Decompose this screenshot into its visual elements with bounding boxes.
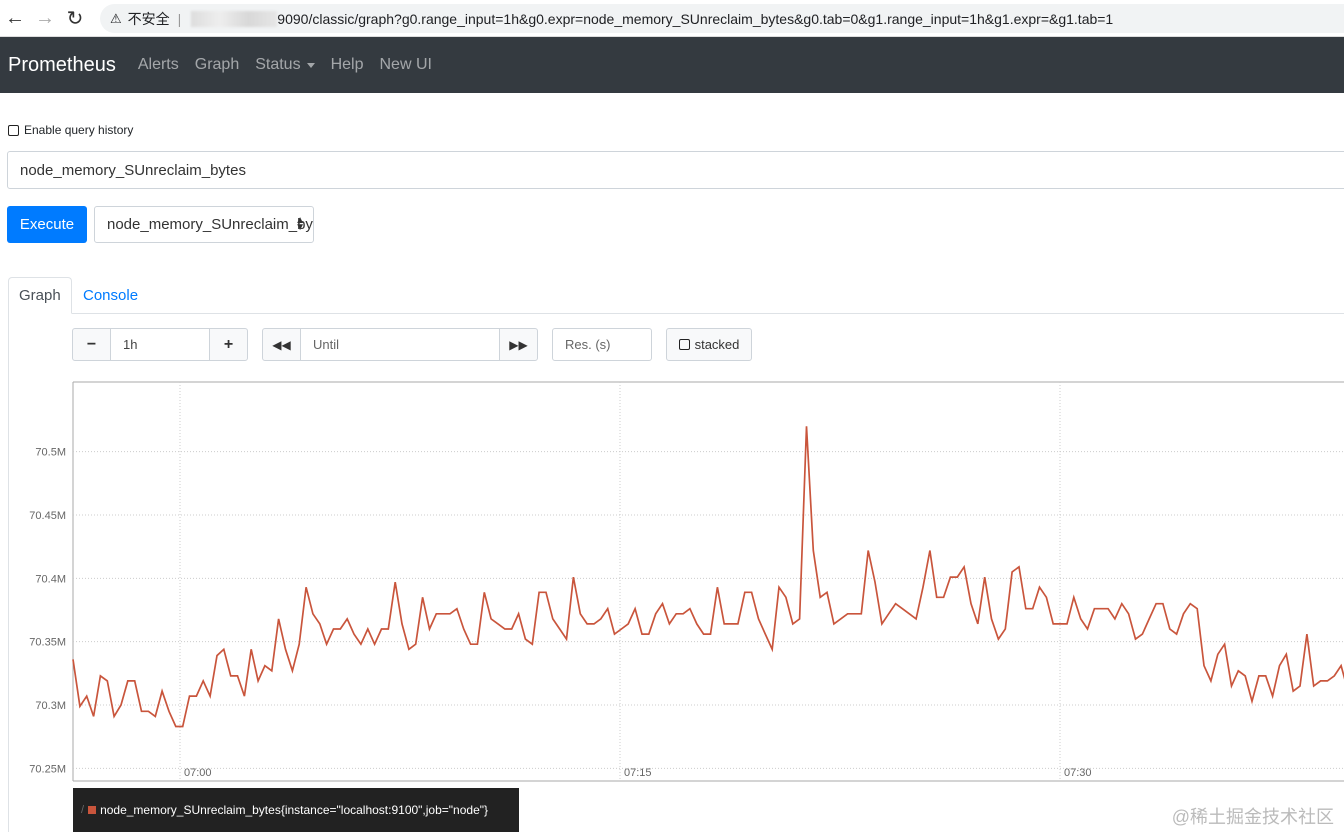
x-tick-label: 07:15 [624, 767, 652, 779]
y-tick-label: 70.35M [29, 637, 66, 649]
resolution-input[interactable]: Res. (s) [552, 328, 652, 361]
time-series-chart[interactable]: 70.25M 70.3M 70.35M 70.4M 70.45M 70.5M 07:00 0… [0, 380, 1344, 785]
legend: / node_memory_SUnreclaim_bytes{instance=… [73, 788, 519, 832]
nav-status-label: Status [255, 56, 301, 73]
until-input[interactable]: Until [300, 328, 500, 361]
increase-range-button[interactable]: + [209, 328, 248, 361]
redacted-host [191, 10, 278, 27]
forward-icon[interactable]: → [30, 3, 60, 33]
watermark: @稀土掘金技术社区 [1171, 807, 1334, 827]
nav-status[interactable]: Status [255, 56, 315, 74]
tab-graph[interactable]: Graph [8, 277, 72, 314]
select-arrows-icon: ▲ ▼ [295, 215, 305, 233]
x-tick-label: 07:00 [184, 767, 212, 779]
stacked-label: stacked [694, 337, 740, 352]
execute-button[interactable]: Execute [7, 206, 87, 243]
rewind-icon[interactable]: ◀◀ [262, 328, 301, 361]
nav-alerts[interactable]: Alerts [138, 56, 179, 74]
decrease-range-button[interactable]: − [72, 328, 111, 361]
y-tick-label: 70.5M [35, 447, 66, 459]
address-bar[interactable]: ⚠ 不安全 | 9090/classic/graph?g0.range_inpu… [100, 4, 1344, 33]
stacked-toggle[interactable]: stacked [666, 328, 752, 361]
caret-down-icon [306, 62, 315, 68]
legend-marker: / [81, 804, 85, 816]
query-history-label: Enable query history [24, 123, 134, 137]
y-tick-label: 70.4M [35, 573, 66, 585]
url-separator: | [177, 10, 182, 27]
browser-toolbar: ← → ↻ ⚠ 不安全 | 9090/classic/graph?g0.rang… [0, 0, 1344, 37]
warning-icon: ⚠ [110, 10, 122, 26]
x-tick-label: 07:30 [1064, 767, 1092, 779]
y-tick-label: 70.45M [29, 510, 66, 522]
nav-new-ui[interactable]: New UI [379, 56, 431, 74]
y-tick-label: 70.25M [29, 763, 66, 775]
query-history-checkbox[interactable] [8, 124, 19, 136]
insecure-label: 不安全 [127, 10, 170, 27]
y-tick-label: 70.3M [35, 700, 66, 712]
range-input[interactable]: 1h [110, 328, 210, 361]
legend-swatch [88, 806, 97, 814]
stacked-checkbox[interactable] [678, 339, 690, 350]
metric-select-value: node_memory_SUnreclaim_bytes [107, 216, 314, 233]
url-text: 9090/classic/graph?g0.range_input=1h&g0.… [277, 10, 1114, 27]
fast-forward-icon[interactable]: ▶▶ [499, 328, 538, 361]
reload-icon[interactable]: ↻ [60, 3, 90, 33]
query-history-toggle[interactable]: Enable query history [8, 123, 133, 137]
expression-input[interactable]: node_memory_SUnreclaim_bytes [7, 151, 1344, 189]
tab-console[interactable]: Console [73, 277, 148, 314]
panel-tabs: Graph Console [8, 277, 1344, 314]
metric-select[interactable]: node_memory_SUnreclaim_bytes ▲ ▼ [94, 206, 314, 243]
legend-series-label: node_memory_SUnreclaim_bytes{instance="l… [100, 803, 489, 817]
brand-logo[interactable]: Prometheus [8, 54, 116, 77]
top-navbar: Prometheus Alerts Graph Status Help New … [0, 37, 1344, 93]
back-icon[interactable]: ← [0, 3, 30, 33]
nav-help[interactable]: Help [331, 56, 364, 74]
series-line [72, 426, 1344, 728]
nav-graph[interactable]: Graph [195, 56, 239, 74]
